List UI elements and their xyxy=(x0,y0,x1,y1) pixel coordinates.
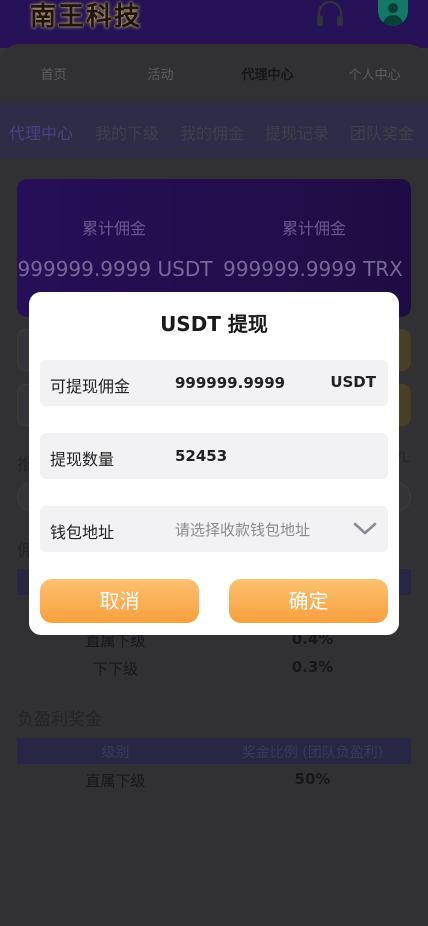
withdrawable-commission-value: 999999.9999 xyxy=(175,374,286,392)
wallet-address-field[interactable]: 钱包地址 请选择收款钱包地址 xyxy=(40,506,388,552)
modal-title: USDT 提现 xyxy=(160,312,268,336)
withdraw-amount-label: 提现数量 xyxy=(50,450,115,469)
withdrawable-commission-unit: USDT xyxy=(330,373,376,391)
withdraw-amount-input[interactable] xyxy=(175,441,335,471)
wallet-address-placeholder[interactable]: 请选择收款钱包地址 xyxy=(175,519,310,540)
wallet-address-label: 钱包地址 xyxy=(50,523,115,542)
withdraw-amount-field: 提现数量 xyxy=(40,433,388,479)
confirm-button[interactable]: 确定 xyxy=(229,579,388,623)
withdrawable-commission-label: 可提现佣金 xyxy=(50,377,131,396)
withdrawable-commission-field: 可提现佣金 999999.9999 USDT xyxy=(40,360,388,406)
cancel-button[interactable]: 取消 xyxy=(40,579,199,623)
withdraw-modal: USDT 提现 可提现佣金 999999.9999 USDT 提现数量 钱包地址… xyxy=(29,292,399,635)
chevron-down-icon[interactable] xyxy=(352,516,378,542)
